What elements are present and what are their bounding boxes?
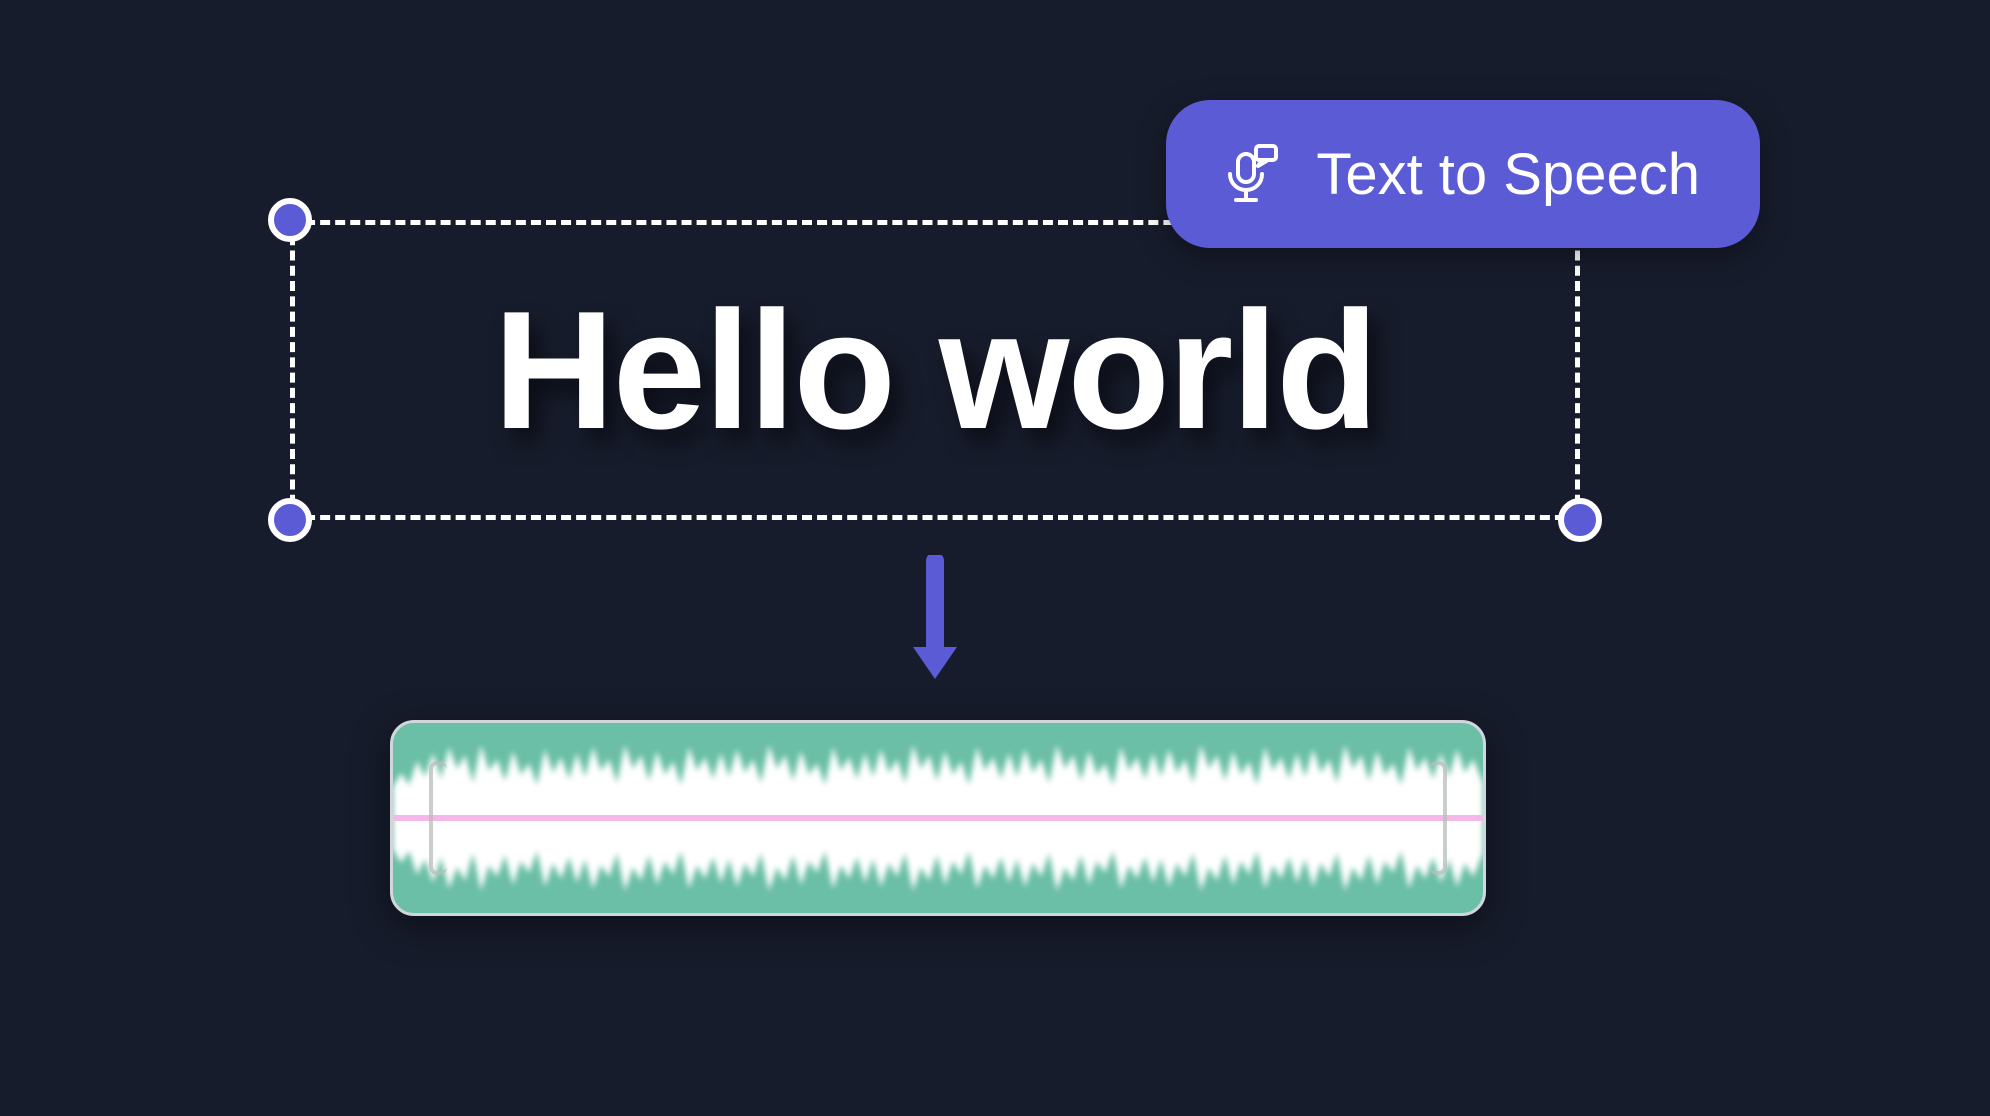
resize-handle-bottom-left[interactable] [268, 498, 312, 542]
text-to-speech-button[interactable]: Text to Speech [1166, 100, 1760, 248]
audio-waveform-clip[interactable] [390, 720, 1486, 916]
diagram-canvas: Hello world Text to Speech [0, 0, 1990, 1116]
microphone-chat-icon [1218, 142, 1282, 206]
resize-handle-bottom-right[interactable] [1558, 498, 1602, 542]
clip-trim-handle-left[interactable] [429, 761, 447, 875]
arrow-down-icon [905, 555, 965, 685]
waveform-midline [393, 815, 1483, 821]
selection-box[interactable] [290, 220, 1580, 520]
text-to-speech-label: Text to Speech [1316, 141, 1700, 208]
clip-trim-handle-right[interactable] [1429, 761, 1447, 875]
resize-handle-top-left[interactable] [268, 198, 312, 242]
